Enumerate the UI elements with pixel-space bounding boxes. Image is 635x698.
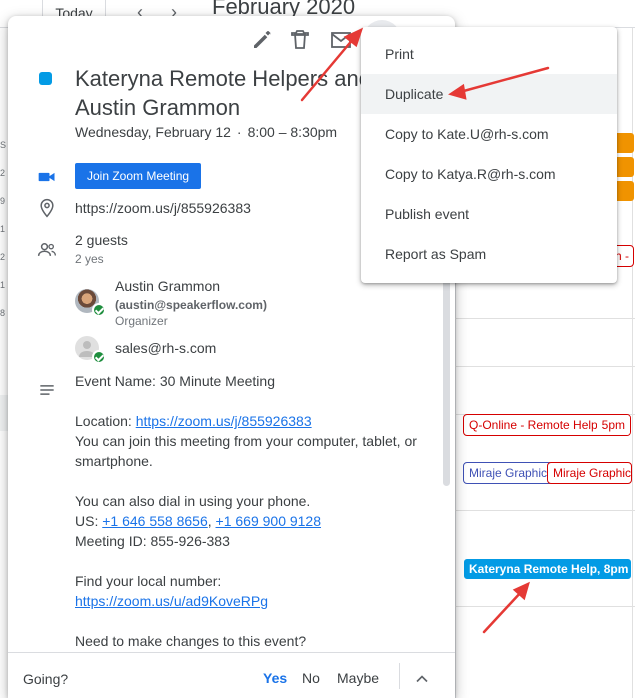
rsvp-maybe-button[interactable]: Maybe (337, 670, 379, 686)
separator-dot-icon: · (236, 124, 242, 140)
video-camera-icon (38, 172, 55, 182)
event-chip-q-online[interactable]: Q-Online - Remote Help 5pm (463, 414, 631, 436)
local-number-link[interactable]: https://zoom.us/u/ad9KoveRPg (75, 593, 268, 609)
description-icon (40, 385, 54, 395)
event-chip-orange[interactable] (614, 157, 634, 177)
going-label: Going? (23, 671, 69, 687)
location-label: Location: (75, 413, 132, 429)
event-color-swatch (39, 72, 52, 85)
phone-link[interactable]: +1 646 558 8656 (102, 513, 208, 529)
phone-link[interactable]: +1 669 900 9128 (216, 513, 322, 529)
guest-name: Austin Grammon (115, 278, 221, 294)
description-dial-text: You can also dial in using your phone. (75, 493, 311, 509)
guest-name: sales@rh-s.com (115, 340, 217, 356)
menu-item-publish[interactable]: Publish event (361, 194, 617, 234)
trash-icon[interactable] (288, 28, 312, 52)
people-icon (37, 243, 56, 256)
rsvp-yes-button[interactable]: Yes (263, 670, 287, 686)
zoom-link[interactable]: https://zoom.us/j/855926383 (136, 413, 312, 429)
menu-item-copy-kate[interactable]: Copy to Kate.U@rh-s.com (361, 114, 617, 154)
event-chip-orange[interactable] (614, 133, 634, 153)
avatar[interactable] (75, 336, 106, 364)
description-local-label: Find your local number: (75, 573, 222, 589)
description-event-name: Event Name: 30 Minute Meeting (75, 373, 275, 389)
avatar[interactable] (75, 289, 106, 317)
description-join-text: You can join this meeting from your comp… (75, 433, 417, 469)
email-icon[interactable] (329, 28, 353, 52)
description-phones: US: +1 646 558 8656, +1 669 900 9128 (75, 511, 425, 531)
event-chip-kateryna[interactable]: Kateryna Remote Help, 8pm (463, 558, 632, 580)
join-zoom-button[interactable]: Join Zoom Meeting (75, 163, 202, 189)
check-icon (92, 303, 106, 317)
event-chip-miraje[interactable]: Miraje Graphic (463, 462, 553, 484)
event-location[interactable]: https://zoom.us/j/855926383 (75, 200, 251, 216)
guests-count: 2 guests (75, 232, 128, 248)
event-chip-orange[interactable] (614, 181, 634, 201)
event-chip-label: Q-Online - Remote Help (469, 418, 598, 432)
check-icon (92, 350, 106, 364)
menu-item-duplicate[interactable]: Duplicate (361, 74, 617, 114)
sidebar-highlight (0, 395, 8, 431)
guests-rsvp-summary: 2 yes (75, 252, 104, 266)
footer-divider (399, 663, 400, 689)
more-options-menu: Print Duplicate Copy to Kate.U@rh-s.com … (361, 27, 617, 283)
description-changes-text: Need to make changes to this event? (75, 633, 307, 649)
event-chip-miraje[interactable]: Miraje Graphic (547, 462, 632, 484)
location-pin-icon (40, 198, 54, 218)
description-meeting-id: Meeting ID: 855-926-383 (75, 533, 230, 549)
pencil-icon[interactable] (250, 28, 274, 52)
menu-item-print[interactable]: Print (361, 34, 617, 74)
event-datetime: Wednesday, February 12 · 8:00 – 8:30pm (75, 124, 337, 140)
menu-item-report-spam[interactable]: Report as Spam (361, 234, 617, 274)
rsvp-no-button[interactable]: No (302, 670, 320, 686)
grid-hour-line (455, 510, 635, 511)
grid-hour-line (455, 318, 635, 319)
grid-hour-line (455, 366, 635, 367)
grid-hour-line (455, 606, 635, 607)
event-chip-time: 5pm (596, 415, 630, 435)
us-label: US: (75, 513, 99, 529)
event-date: Wednesday, February 12 (75, 124, 231, 140)
description-location: Location: https://zoom.us/j/855926383 (75, 411, 425, 431)
chevron-up-icon[interactable] (412, 669, 432, 689)
mini-calendar-sidebar (0, 28, 8, 698)
phone-separator: , (207, 513, 212, 529)
event-description: Event Name: 30 Minute Meeting Location: … (75, 371, 425, 651)
grid-day-line (632, 28, 633, 698)
scrollbar[interactable] (443, 256, 450, 486)
rsvp-footer: Going? Yes No Maybe (8, 652, 455, 698)
menu-item-copy-katya[interactable]: Copy to Katya.R@rh-s.com (361, 154, 617, 194)
guest-email: (austin@speakerflow.com) (115, 298, 267, 312)
guest-role: Organizer (115, 314, 168, 328)
event-time: 8:00 – 8:30pm (247, 124, 338, 140)
